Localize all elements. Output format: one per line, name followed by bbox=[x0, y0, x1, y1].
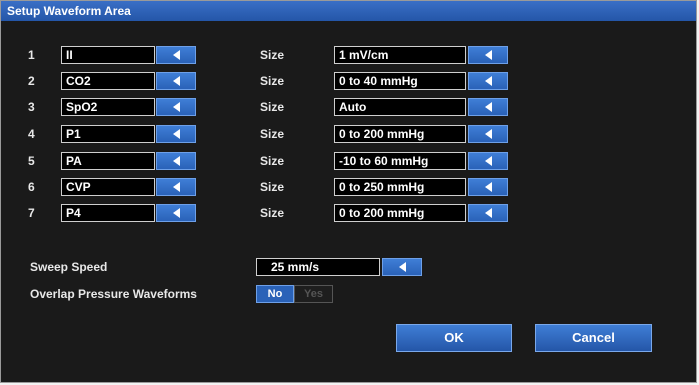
size-label: Size bbox=[260, 180, 285, 194]
size-label: Size bbox=[260, 74, 285, 88]
row-number: 4 bbox=[28, 127, 35, 141]
waveform-select-6[interactable]: CVP bbox=[61, 178, 155, 196]
size-select-4[interactable]: 0 to 200 mmHg bbox=[334, 125, 466, 143]
row-number: 2 bbox=[28, 74, 35, 88]
overlap-no-toggle[interactable]: No bbox=[256, 285, 294, 303]
left-arrow-icon bbox=[484, 208, 492, 218]
waveform-select-7[interactable]: P4 bbox=[61, 204, 155, 222]
sweep-speed-select[interactable]: 25 mm/s bbox=[256, 258, 380, 276]
size-select-1[interactable]: 1 mV/cm bbox=[334, 46, 466, 64]
left-arrow-icon bbox=[398, 262, 406, 272]
waveform-row-7: 7 P4 Size 0 to 200 mmHg bbox=[1, 203, 696, 223]
waveform-row-1: 1 II Size 1 mV/cm bbox=[1, 45, 696, 65]
waveform-row-4: 4 P1 Size 0 to 200 mmHg bbox=[1, 124, 696, 144]
waveform-select-arrow-3[interactable] bbox=[156, 98, 196, 116]
waveform-select-1[interactable]: II bbox=[61, 46, 155, 64]
size-select-7[interactable]: 0 to 200 mmHg bbox=[334, 204, 466, 222]
waveform-select-arrow-2[interactable] bbox=[156, 72, 196, 90]
row-number: 5 bbox=[28, 154, 35, 168]
size-select-2[interactable]: 0 to 40 mmHg bbox=[334, 72, 466, 90]
cancel-button[interactable]: Cancel bbox=[535, 324, 652, 352]
waveform-row-3: 3 SpO2 Size Auto bbox=[1, 97, 696, 117]
dialog-title: Setup Waveform Area bbox=[1, 1, 696, 21]
waveform-select-2[interactable]: CO2 bbox=[61, 72, 155, 90]
left-arrow-icon bbox=[484, 129, 492, 139]
left-arrow-icon bbox=[172, 129, 180, 139]
waveform-select-5[interactable]: PA bbox=[61, 152, 155, 170]
left-arrow-icon bbox=[172, 182, 180, 192]
left-arrow-icon bbox=[484, 182, 492, 192]
waveform-select-arrow-1[interactable] bbox=[156, 46, 196, 64]
size-select-arrow-1[interactable] bbox=[468, 46, 508, 64]
left-arrow-icon bbox=[172, 208, 180, 218]
ok-button[interactable]: OK bbox=[396, 324, 512, 352]
overlap-pressure-label: Overlap Pressure Waveforms bbox=[30, 287, 197, 301]
row-number: 1 bbox=[28, 48, 35, 62]
size-select-5[interactable]: -10 to 60 mmHg bbox=[334, 152, 466, 170]
size-label: Size bbox=[260, 206, 285, 220]
left-arrow-icon bbox=[172, 76, 180, 86]
size-select-6[interactable]: 0 to 250 mmHg bbox=[334, 178, 466, 196]
waveform-row-5: 5 PA Size -10 to 60 mmHg bbox=[1, 151, 696, 171]
waveform-select-arrow-6[interactable] bbox=[156, 178, 196, 196]
sweep-speed-arrow[interactable] bbox=[382, 258, 422, 276]
row-number: 6 bbox=[28, 180, 35, 194]
waveform-row-2: 2 CO2 Size 0 to 40 mmHg bbox=[1, 71, 696, 91]
size-label: Size bbox=[260, 48, 285, 62]
left-arrow-icon bbox=[484, 156, 492, 166]
left-arrow-icon bbox=[484, 102, 492, 112]
size-select-arrow-6[interactable] bbox=[468, 178, 508, 196]
size-select-arrow-2[interactable] bbox=[468, 72, 508, 90]
row-number: 7 bbox=[28, 206, 35, 220]
size-select-arrow-4[interactable] bbox=[468, 125, 508, 143]
overlap-yes-toggle[interactable]: Yes bbox=[294, 285, 333, 303]
waveform-select-arrow-4[interactable] bbox=[156, 125, 196, 143]
setup-waveform-dialog: Setup Waveform Area 1 II Size 1 mV/cm 2 … bbox=[0, 0, 697, 383]
size-select-3[interactable]: Auto bbox=[334, 98, 466, 116]
left-arrow-icon bbox=[484, 76, 492, 86]
size-label: Size bbox=[260, 127, 285, 141]
size-label: Size bbox=[260, 154, 285, 168]
size-select-arrow-7[interactable] bbox=[468, 204, 508, 222]
waveform-row-6: 6 CVP Size 0 to 250 mmHg bbox=[1, 177, 696, 197]
size-label: Size bbox=[260, 100, 285, 114]
size-select-arrow-5[interactable] bbox=[468, 152, 508, 170]
waveform-select-arrow-7[interactable] bbox=[156, 204, 196, 222]
left-arrow-icon bbox=[172, 156, 180, 166]
waveform-select-arrow-5[interactable] bbox=[156, 152, 196, 170]
left-arrow-icon bbox=[172, 102, 180, 112]
size-select-arrow-3[interactable] bbox=[468, 98, 508, 116]
row-number: 3 bbox=[28, 100, 35, 114]
left-arrow-icon bbox=[484, 50, 492, 60]
waveform-select-4[interactable]: P1 bbox=[61, 125, 155, 143]
sweep-speed-label: Sweep Speed bbox=[30, 260, 108, 274]
left-arrow-icon bbox=[172, 50, 180, 60]
waveform-select-3[interactable]: SpO2 bbox=[61, 98, 155, 116]
